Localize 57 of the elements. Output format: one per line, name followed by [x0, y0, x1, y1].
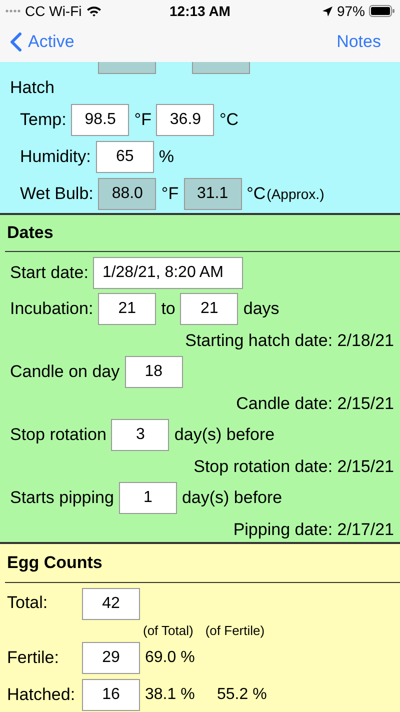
chevron-left-icon	[10, 32, 22, 52]
notes-button[interactable]: Notes	[336, 29, 381, 55]
column-header: (of Total)	[143, 622, 194, 640]
input-field: 88.0	[98, 178, 156, 210]
input-field[interactable]: 3	[111, 419, 170, 451]
input-field: 31.1	[184, 178, 242, 210]
field-label: Stop rotation	[10, 424, 106, 446]
field-label: Candle on day	[10, 361, 120, 384]
percent-value: 69.0 %	[145, 648, 196, 668]
computed-date: Starting hatch date: 2/18/21	[185, 330, 394, 352]
signal-icon	[5, 9, 21, 13]
unit-label: day(s) before	[182, 487, 282, 510]
section-subtitle: Hatch	[9, 77, 54, 99]
carrier-label: CC Wi-Fi	[25, 2, 82, 20]
column-header: (of Fertile)	[205, 622, 265, 640]
unit-label: °C	[246, 182, 266, 205]
section-header: Egg Counts	[6, 552, 102, 574]
unit-label: °F	[134, 108, 152, 131]
input-field[interactable]: 29	[82, 642, 140, 674]
field-label: Wet Bulb:	[20, 182, 94, 205]
field-label: Start date:	[10, 262, 88, 284]
wifi-icon	[86, 5, 102, 17]
unit-label: %	[158, 146, 174, 168]
input-field[interactable]: 36.9	[156, 104, 214, 136]
unit-label: to	[161, 298, 176, 320]
unit-label: °F	[161, 182, 179, 205]
input-field[interactable]: 21	[98, 293, 156, 325]
field-label: Humidity:	[20, 146, 91, 168]
input-field[interactable]: 65	[96, 140, 154, 172]
status-time: 12:13 AM	[168, 2, 232, 20]
computed-date: Stop rotation date: 2/15/21	[194, 456, 394, 478]
battery-percent: 97%	[336, 2, 365, 20]
field-label: Incubation:	[10, 298, 94, 320]
battery-icon	[369, 5, 395, 17]
input-field[interactable]: 18	[124, 356, 183, 388]
location-arrow-icon	[322, 6, 333, 16]
input-field[interactable]: 1/28/21, 8:20 AM	[93, 257, 244, 289]
field-label: Temp:	[20, 108, 66, 131]
input-field[interactable]: 21	[180, 293, 238, 325]
computed-date: Pipping date: 2/17/21	[233, 518, 394, 541]
field-label: Starts pipping	[10, 487, 114, 510]
percent-value: 38.1 %	[145, 685, 196, 705]
back-button[interactable]: Active	[10, 29, 74, 55]
unit-label: days	[243, 298, 280, 320]
input-field[interactable]: 42	[82, 588, 140, 620]
input-field[interactable]: 1	[118, 482, 177, 514]
section-header: Dates	[6, 222, 54, 244]
unit-label: °C	[219, 108, 239, 131]
input-field[interactable]: 16	[82, 679, 140, 711]
field-label: Hatched:	[7, 684, 76, 706]
percent-value: 55.2 %	[217, 685, 267, 705]
input-field[interactable]: 98.5	[71, 104, 130, 136]
computed-date: Candle date: 2/15/21	[236, 392, 394, 415]
field-label: Total:	[7, 592, 49, 614]
field-label: Fertile:	[7, 647, 60, 670]
unit-label: day(s) before	[174, 424, 275, 446]
note-label: (Approx.)	[266, 185, 324, 204]
